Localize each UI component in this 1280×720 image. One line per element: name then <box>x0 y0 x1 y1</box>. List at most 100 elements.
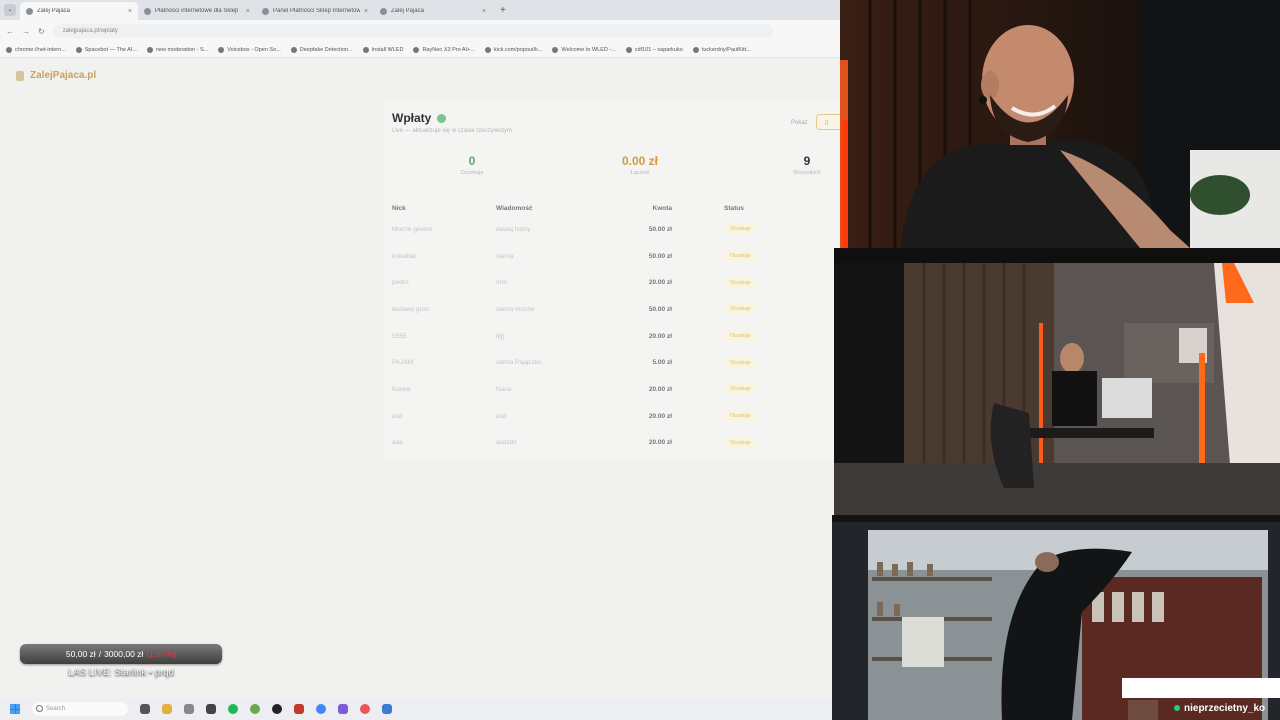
stat-label: Oczekuje <box>460 170 484 176</box>
site-logo[interactable]: ZalejPajaca.pl <box>16 70 96 81</box>
bookmark-label: Install WLED <box>371 46 404 53</box>
obs-icon[interactable] <box>272 704 282 714</box>
bookmark-label: chrome://net-intern... <box>15 46 66 53</box>
donation-goal-bar: 50,00 zł / 3000,00 zł (1.67%) <box>20 644 222 664</box>
cell-nick: testowy gosc <box>392 305 430 313</box>
taskbar-search[interactable]: Search <box>32 702 128 716</box>
bookmark-item[interactable]: kick.com/popout/k... <box>484 46 543 53</box>
bookmark-item[interactable]: tuckerdriy/PaulKitt... <box>692 46 751 53</box>
cell-amount: 50.00 zł <box>648 225 672 233</box>
forward-icon[interactable]: → <box>22 27 30 36</box>
site-logo-text: ZalejPajaca.pl <box>30 70 97 81</box>
column-header-message: Wiadomość <box>496 204 533 212</box>
column-header-status: Status <box>724 204 744 212</box>
tab-bar: ⌄ Zalej Pajaca × Płatności internetowe d… <box>0 0 840 20</box>
chrome-icon[interactable] <box>316 704 326 714</box>
file-explorer-icon[interactable] <box>162 704 172 714</box>
stat-pending: 0 Oczekuje <box>432 154 512 176</box>
bookmark-icon <box>146 46 153 53</box>
table-row: testowy gosc siema mocne 50.00 zł Oczekuje <box>392 296 840 323</box>
bookmark-item[interactable]: Voicebox - Open So... <box>218 46 281 53</box>
reload-icon[interactable]: ↻ <box>38 27 45 36</box>
close-tab-icon[interactable]: × <box>482 8 486 15</box>
bookmark-item[interactable]: Deepfake Detection... <box>290 46 353 53</box>
windows-start-icon[interactable] <box>10 704 20 714</box>
cell-message: asdsds <box>496 439 517 447</box>
bookmark-icon <box>218 46 225 53</box>
divider <box>834 248 1280 263</box>
page-title: Wpłaty <box>392 111 447 125</box>
tab-zalej-pajaca-2[interactable]: Zalej Pajaca × <box>374 2 492 20</box>
bookmark-item[interactable]: cdf101 – saparkuko <box>625 46 683 53</box>
browser-icon[interactable] <box>360 704 370 714</box>
stat-label: Wszystkich <box>793 170 821 176</box>
tab-panel-platnosci[interactable]: Panel Płatności Sklep Internetowy × <box>256 2 374 20</box>
notepad-icon[interactable] <box>382 704 392 714</box>
discord-icon[interactable] <box>338 704 348 714</box>
stat-label: Łącznie <box>630 170 650 176</box>
page-content: ZalejPajaca.pl Wpłaty Live — aktualizuje… <box>0 58 846 698</box>
address-bar[interactable]: zalejpajaca.pl/wplaty <box>52 24 773 38</box>
bookmark-icon <box>290 46 297 53</box>
close-tab-icon[interactable]: × <box>128 8 132 15</box>
status-badge: Oczekuje <box>724 411 757 422</box>
app-icon[interactable] <box>294 704 304 714</box>
bookmark-icon <box>692 46 699 53</box>
cell-nick: PAJAM <box>392 359 414 367</box>
tab-label: Płatności internetowe dla Sklep <box>155 8 239 14</box>
webcam-face-image <box>840 0 1280 248</box>
settings-icon[interactable] <box>184 704 194 714</box>
favicon-icon <box>262 7 269 15</box>
cell-message: mm <box>496 279 507 287</box>
cell-amount: 20.00 zł <box>648 385 672 393</box>
bookmark-item[interactable]: chrome://net-intern... <box>6 46 66 53</box>
bookmark-label: tuckerdriy/PaulKitt... <box>701 46 751 53</box>
task-view-icon[interactable] <box>140 704 150 714</box>
table-body: Mocne gówno dawaj hatsy 50.00 zł Oczekuje ko… <box>392 216 840 456</box>
tab-label: Panel Płatności Sklep Internetowy <box>273 8 360 14</box>
terminal-icon[interactable] <box>206 704 216 714</box>
bookmark-label: Spacebot — The AI... <box>84 46 137 53</box>
stat-all: 9 Wszystkich <box>767 154 847 176</box>
cell-message: asd <box>496 412 507 420</box>
goal-current: 50,00 zł <box>65 649 96 659</box>
bookmark-label: new moderation - S... <box>155 46 209 53</box>
nvidia-icon[interactable] <box>250 704 260 714</box>
favicon-icon <box>380 7 387 15</box>
table-row: asd asd 20.00 zł Oczekuje <box>392 403 840 430</box>
cell-message: siema <box>496 252 514 260</box>
cell-message: siema mocne <box>496 305 535 313</box>
bookmark-label: RayNeo X3 Pro AI+... <box>422 46 475 53</box>
bookmark-item[interactable]: Spacebot — The AI... <box>75 46 137 53</box>
close-tab-icon[interactable]: × <box>246 8 250 15</box>
tab-platnosci[interactable]: Płatności internetowe dla Sklep × <box>138 2 256 20</box>
goal-percent: (1.67%) <box>146 649 177 659</box>
tab-zalej-pajaca[interactable]: Zalej Pajaca × <box>20 2 138 20</box>
browser-window: ⌄ Zalej Pajaca × Płatności internetowe d… <box>0 0 846 698</box>
bookmark-item[interactable]: Welcome to WLED -... <box>552 46 616 53</box>
back-icon[interactable]: ← <box>6 27 14 36</box>
donations-panel: Wpłaty Live — aktualizuje się w czasie r… <box>384 102 846 460</box>
viewer-badge: nieprzecietny_ko <box>1122 678 1280 720</box>
new-tab-button[interactable]: + <box>500 5 506 16</box>
cell-amount: 20.00 zł <box>648 439 672 447</box>
cell-amount: 20.00 zł <box>648 412 672 420</box>
bookmark-item[interactable]: new moderation - S... <box>146 46 209 53</box>
tab-search-icon[interactable]: ⌄ <box>4 4 16 16</box>
viewer-name: nieprzecietny_ko <box>1184 703 1266 714</box>
cell-nick: kowalski <box>392 252 417 260</box>
spotify-icon[interactable] <box>228 704 238 714</box>
status-badge: Oczekuje <box>724 331 757 342</box>
bookmark-label: kick.com/popout/k... <box>493 46 543 53</box>
bookmark-item[interactable]: RayNeo X3 Pro AI+... <box>413 46 475 53</box>
cell-amount: 20.00 zł <box>648 279 672 287</box>
bookmark-item[interactable]: Install WLED <box>362 46 404 53</box>
close-tab-icon[interactable]: × <box>364 8 368 15</box>
cell-status: Oczekuje <box>724 430 840 457</box>
status-badge: Oczekuje <box>724 304 757 315</box>
table-row: Kurwa Nana 20.00 zł Oczekuje <box>392 376 840 403</box>
stat-value: 9 <box>803 154 811 168</box>
status-badge: Oczekuje <box>724 357 757 368</box>
logo-icon <box>16 70 24 81</box>
table-row: Mocne gówno dawaj hatsy 50.00 zł Oczekuje <box>392 216 840 243</box>
